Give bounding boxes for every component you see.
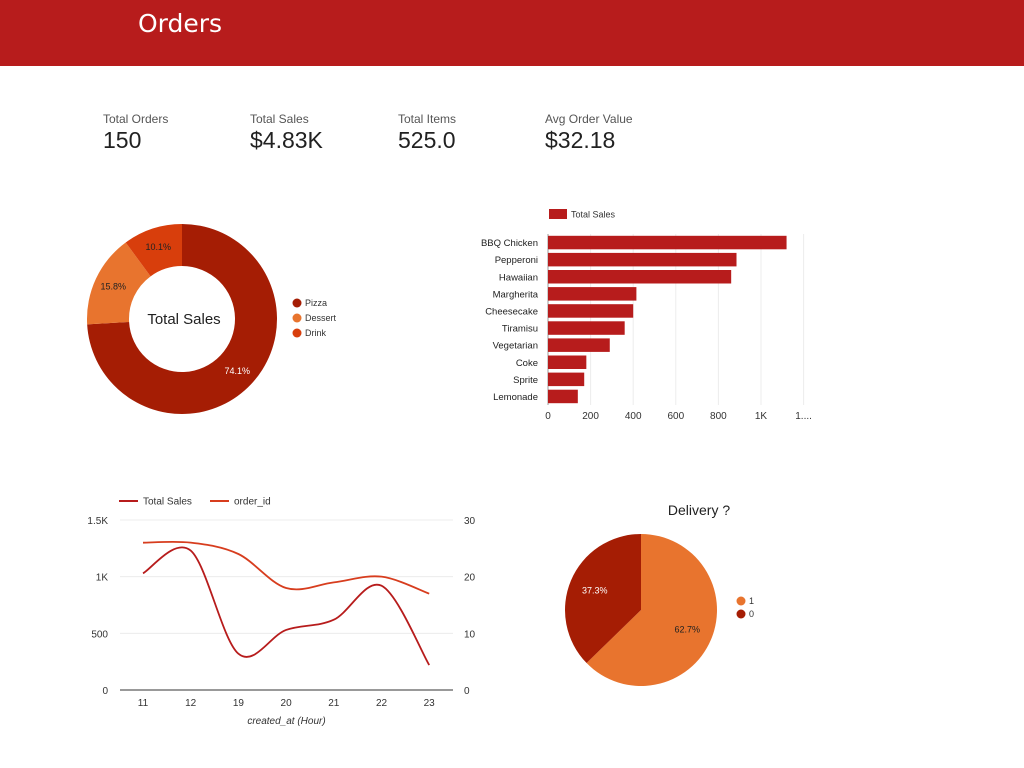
y-right-tick-label: 0 bbox=[464, 686, 470, 697]
x-tick-label: 19 bbox=[233, 698, 245, 709]
series-line-order-id bbox=[142, 540, 430, 595]
bar bbox=[548, 321, 625, 335]
x-tick-label: 1K bbox=[755, 411, 768, 422]
x-tick-label: 400 bbox=[625, 411, 642, 422]
x-tick-label: 0 bbox=[545, 411, 551, 422]
donut-slice-label: 15.8% bbox=[100, 282, 126, 292]
series-line-total-sales bbox=[142, 546, 430, 666]
sales-by-item-bar-chart[interactable]: Total Sales 0 200 400 600 800 1K 1.... BBQ Chick… bbox=[460, 200, 840, 430]
category-label: Tiramisu bbox=[502, 324, 538, 335]
legend-label: Total Sales bbox=[571, 210, 616, 220]
sales-by-category-donut-chart[interactable]: 74.1% 15.8% 10.1% Total Sales Pizza Dessert Dr… bbox=[60, 200, 380, 440]
kpi-label: Total Items bbox=[398, 112, 457, 126]
y-right-tick-label: 20 bbox=[464, 573, 476, 584]
bar bbox=[548, 304, 634, 318]
category-label: Sprite bbox=[513, 375, 538, 386]
kpi-value: 150 bbox=[103, 127, 142, 153]
x-tick-label: 12 bbox=[185, 698, 197, 709]
kpi-value: $4.83K bbox=[250, 127, 323, 153]
legend-marker bbox=[549, 209, 567, 219]
bar bbox=[548, 372, 585, 387]
x-tick-label: 11 bbox=[138, 698, 149, 709]
legend-marker bbox=[292, 313, 302, 323]
x-tick-label: 23 bbox=[424, 698, 436, 709]
legend-label: Pizza bbox=[305, 298, 327, 308]
kpi-label: Total Sales bbox=[250, 112, 309, 126]
donut-slice-label: 74.1% bbox=[224, 366, 250, 376]
bar bbox=[548, 355, 587, 369]
legend-marker bbox=[736, 609, 746, 619]
category-label: Hawaiian bbox=[499, 272, 538, 283]
kpi-label: Avg Order Value bbox=[545, 112, 633, 126]
legend-label: 1 bbox=[749, 596, 754, 606]
bar bbox=[548, 252, 737, 267]
header-bar: Orders bbox=[0, 0, 1024, 66]
legend-label: 0 bbox=[749, 609, 754, 619]
x-axis-label: created_at (Hour) bbox=[247, 716, 325, 727]
category-label: Pepperoni bbox=[495, 255, 538, 266]
x-tick-label: 600 bbox=[667, 411, 684, 422]
bar bbox=[548, 338, 610, 352]
kpi-total-sales: Total Sales $4.83K bbox=[250, 112, 323, 154]
kpi-label: Total Orders bbox=[103, 112, 169, 126]
legend-marker bbox=[292, 298, 302, 308]
kpi-avg-order-value: Avg Order Value $32.18 bbox=[545, 112, 633, 154]
sales-by-hour-line-chart[interactable]: Total Sales order_id 0 500 1K 1.5K 0 10 20 30 11 12… bbox=[60, 488, 500, 738]
legend-label: order_id bbox=[234, 497, 271, 508]
chart-title: Delivery ? bbox=[668, 502, 730, 518]
delivery-pie-chart[interactable]: Delivery ? 62.7% 37.3% 1 0 bbox=[540, 495, 820, 695]
category-label: Margherita bbox=[493, 289, 539, 300]
category-label: Vegetarian bbox=[493, 341, 538, 352]
x-tick-label: 21 bbox=[328, 698, 340, 709]
legend-label: Drink bbox=[305, 328, 327, 338]
category-label: BBQ Chicken bbox=[481, 238, 538, 249]
bar bbox=[548, 287, 637, 301]
x-tick-label: 22 bbox=[376, 698, 388, 709]
donut-slice-label: 10.1% bbox=[146, 242, 172, 252]
legend-label: Total Sales bbox=[143, 497, 192, 508]
legend-marker bbox=[736, 596, 746, 606]
y-left-tick-label: 1.5K bbox=[87, 516, 108, 527]
category-label: Coke bbox=[516, 358, 538, 369]
donut-center-label: Total Sales bbox=[147, 311, 220, 328]
legend-marker bbox=[292, 328, 302, 338]
x-tick-label: 200 bbox=[582, 411, 599, 422]
kpi-total-orders: Total Orders 150 bbox=[103, 112, 168, 154]
kpi-total-items: Total Items 525.0 bbox=[398, 112, 456, 154]
category-label: Cheesecake bbox=[485, 306, 538, 317]
kpi-value: 525.0 bbox=[398, 127, 456, 153]
y-right-tick-label: 10 bbox=[464, 629, 476, 640]
y-left-tick-label: 500 bbox=[91, 629, 108, 640]
y-left-tick-label: 0 bbox=[102, 686, 108, 697]
pie-slice-label: 62.7% bbox=[674, 624, 700, 634]
x-tick-label: 800 bbox=[710, 411, 727, 422]
kpi-value: $32.18 bbox=[545, 127, 616, 153]
x-tick-label: 20 bbox=[281, 698, 293, 709]
y-left-tick-label: 1K bbox=[96, 573, 109, 584]
bar bbox=[548, 235, 787, 250]
legend-label: Dessert bbox=[305, 313, 337, 323]
page-title: Orders bbox=[138, 9, 223, 38]
x-tick-label: 1.... bbox=[795, 411, 812, 422]
bar bbox=[548, 270, 732, 284]
y-right-tick-label: 30 bbox=[464, 516, 476, 527]
pie-slice-label: 37.3% bbox=[582, 586, 608, 596]
bar bbox=[548, 389, 578, 404]
category-label: Lemonade bbox=[493, 392, 538, 403]
